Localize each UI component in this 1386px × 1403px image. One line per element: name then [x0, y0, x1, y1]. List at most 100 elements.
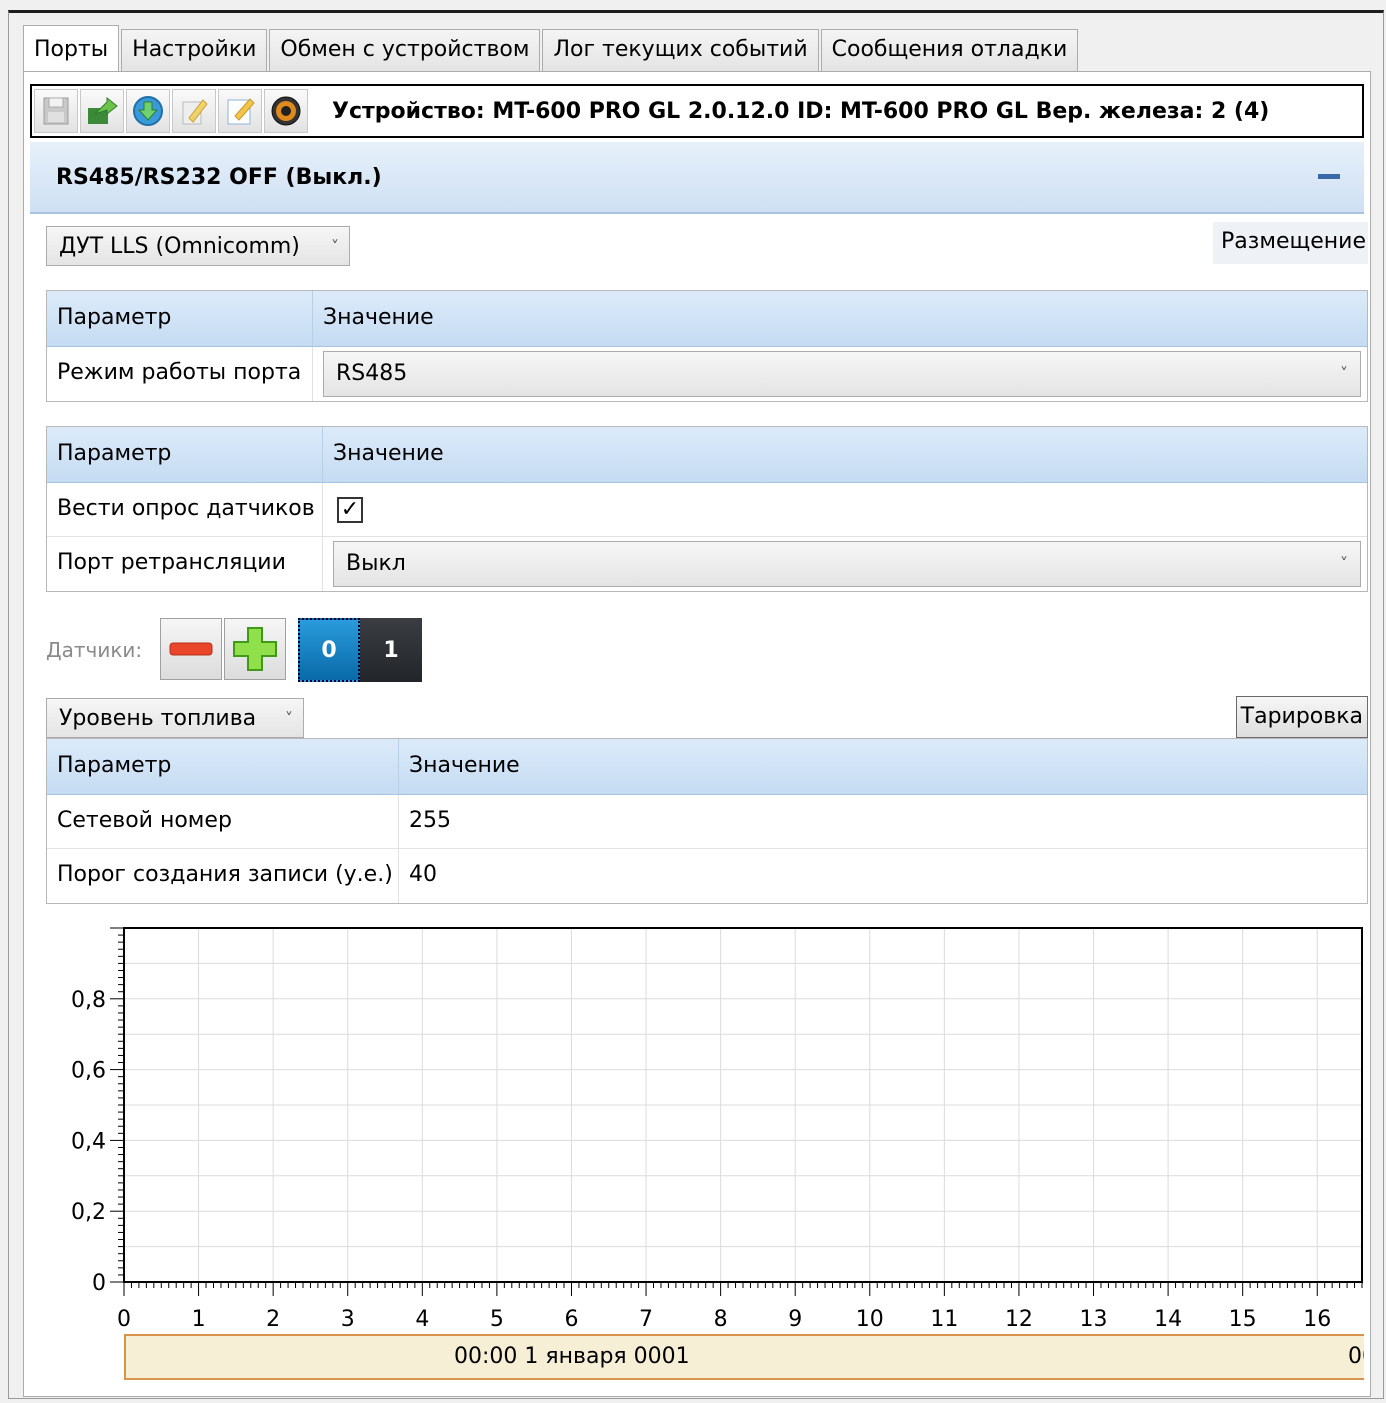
- tab-settings[interactable]: Настройки: [121, 29, 268, 71]
- measure-select[interactable]: Уровень топлива ˅: [46, 698, 304, 738]
- save-icon: [43, 97, 69, 125]
- x-tick-label: 1: [192, 1307, 206, 1332]
- time-range-label: 00:00 1 января 0001: [454, 1344, 690, 1369]
- param-record-threshold: Порог создания записи (у.е.): [47, 849, 399, 903]
- x-tick-label: 7: [639, 1307, 653, 1332]
- relay-port-value: Выкл: [346, 551, 406, 576]
- download-button[interactable]: [126, 89, 170, 133]
- param-network-number: Сетевой номер: [47, 795, 399, 848]
- y-tick-label: 0,2: [71, 1200, 106, 1225]
- poll-settings-grid: Параметр Значение Вести опрос датчиков ✓…: [46, 426, 1368, 592]
- section-header[interactable]: RS485/RS232 OFF (Выкл.): [30, 142, 1364, 214]
- x-tick-label: 9: [788, 1307, 802, 1332]
- param-relay-port: Порт ретрансляции: [47, 537, 323, 591]
- calibration-button[interactable]: Тарировка: [1235, 696, 1368, 738]
- tab-ports[interactable]: Порты: [23, 25, 120, 71]
- x-tick-label: 16: [1303, 1307, 1331, 1332]
- column-header-parameter: Параметр: [47, 427, 323, 482]
- value-cell: RS485 ˅: [313, 347, 1367, 401]
- fuel-level-chart: 0 0,2 0,4 0,6 0,8 0 1 2 3 4 5 6 7 8 9 10 11 12 13 14 15 16 00…: [44, 906, 1364, 1390]
- x-tick-label: 0: [117, 1307, 131, 1332]
- table-row: Порт ретрансляции Выкл ˅: [47, 537, 1367, 591]
- chart-plot: 00,20,40,60,80 1 2 3 4 5 6 7 8 9 10 11 12 13 14 15 16: [71, 927, 1363, 1332]
- param-port-mode: Режим работы порта: [47, 347, 313, 401]
- record-button[interactable]: [264, 89, 308, 133]
- column-header-value: Значение: [323, 305, 434, 330]
- y-tick-label: 0: [92, 1271, 106, 1296]
- x-tick-label: 12: [1005, 1307, 1033, 1332]
- chevron-down-icon: ˅: [285, 709, 293, 728]
- tab-device-exchange[interactable]: Обмен с устройством: [269, 29, 541, 71]
- table-row: Режим работы порта RS485 ˅: [47, 347, 1367, 401]
- export-icon: [88, 96, 118, 124]
- table-row: Порог создания записи (у.е.) 40: [47, 849, 1367, 903]
- x-tick-label: 11: [930, 1307, 958, 1332]
- app-window: Порты Настройки Обмен с устройством Лог …: [8, 10, 1384, 1399]
- sensor-tab-0[interactable]: 0: [298, 618, 360, 682]
- edit-button[interactable]: [172, 89, 216, 133]
- x-tick-label: 8: [714, 1307, 728, 1332]
- sensor-params-grid: Параметр Значение Сетевой номер 255 Поро…: [46, 738, 1368, 904]
- save-button[interactable]: [34, 89, 78, 133]
- x-tick-label: 5: [490, 1307, 504, 1332]
- grid-header: Параметр Значение: [47, 291, 1367, 347]
- device-info: Устройство: MT-600 PRO GL 2.0.12.0 ID: M…: [332, 98, 1270, 124]
- tab-event-log[interactable]: Лог текущих событий: [542, 29, 819, 71]
- y-tick-label: 0,8: [71, 988, 106, 1013]
- section-title: RS485/RS232 OFF (Выкл.): [56, 164, 382, 190]
- add-sensor-button[interactable]: [224, 618, 286, 680]
- minus-icon: [169, 642, 213, 656]
- table-row: Сетевой номер 255: [47, 795, 1367, 849]
- plus-icon: [233, 627, 277, 671]
- ports-panel: Устройство: MT-600 PRO GL 2.0.12.0 ID: M…: [23, 71, 1371, 1397]
- tab-debug-messages[interactable]: Сообщения отладки: [820, 29, 1079, 71]
- x-tick-label: 10: [856, 1307, 884, 1332]
- record-icon: [271, 96, 301, 126]
- x-tick-label: 2: [266, 1307, 280, 1332]
- port-mode-value: RS485: [336, 361, 408, 386]
- x-tick-label: 6: [564, 1307, 578, 1332]
- tab-strip: Порты Настройки Обмен с устройством Лог …: [23, 25, 1080, 71]
- placement-label: Размещение: [1212, 222, 1368, 264]
- download-icon: [133, 96, 163, 126]
- value-cell: Выкл ˅: [323, 537, 1367, 591]
- toolbar: Устройство: MT-600 PRO GL 2.0.12.0 ID: M…: [30, 84, 1364, 138]
- port-settings-grid: Параметр Значение Режим работы порта RS4…: [46, 290, 1368, 402]
- sensors-label: Датчики:: [46, 638, 143, 662]
- port-mode-select[interactable]: RS485 ˅: [323, 351, 1361, 397]
- relay-port-select[interactable]: Выкл ˅: [333, 541, 1361, 587]
- network-number-value[interactable]: 255: [399, 795, 1367, 848]
- chevron-down-icon: ˅: [1340, 364, 1348, 383]
- remove-sensor-button[interactable]: [160, 618, 222, 680]
- table-row: Вести опрос датчиков ✓: [47, 483, 1367, 537]
- y-tick-label: 0,6: [71, 1059, 106, 1084]
- time-range-label-right: 00: [1348, 1344, 1364, 1369]
- param-poll-sensors: Вести опрос датчиков: [47, 483, 323, 536]
- value-cell: ✓: [323, 483, 1367, 536]
- x-tick-label: 3: [341, 1307, 355, 1332]
- notepad-button[interactable]: [218, 89, 262, 133]
- column-header-parameter: Параметр: [47, 739, 399, 794]
- sensor-type-select[interactable]: ДУТ LLS (Omnicomm) ˅: [46, 226, 350, 266]
- record-threshold-value[interactable]: 40: [399, 849, 1367, 903]
- x-tick-label: 13: [1080, 1307, 1108, 1332]
- notepad-icon: [227, 98, 255, 125]
- grid-header: Параметр Значение: [47, 427, 1367, 483]
- y-tick-label: 0,4: [71, 1129, 106, 1154]
- chevron-down-icon: ˅: [331, 237, 339, 256]
- x-tick-label: 4: [415, 1307, 429, 1332]
- grid-header: Параметр Значение: [47, 739, 1367, 795]
- sensor-tab-1[interactable]: 1: [360, 618, 422, 682]
- column-header-value: Значение: [333, 441, 444, 466]
- x-tick-label: 14: [1154, 1307, 1182, 1332]
- collapse-icon[interactable]: [1318, 174, 1340, 179]
- column-header-value: Значение: [409, 753, 520, 778]
- export-button[interactable]: [80, 89, 124, 133]
- sensor-type-value: ДУТ LLS (Omnicomm): [59, 234, 300, 259]
- edit-icon: [182, 99, 208, 125]
- time-range-bar[interactable]: 00:00 1 января 0001 00: [124, 1334, 1364, 1380]
- chevron-down-icon: ˅: [1340, 554, 1348, 573]
- column-header-parameter: Параметр: [47, 291, 313, 346]
- poll-sensors-checkbox[interactable]: ✓: [337, 497, 363, 523]
- x-tick-label: 15: [1229, 1307, 1257, 1332]
